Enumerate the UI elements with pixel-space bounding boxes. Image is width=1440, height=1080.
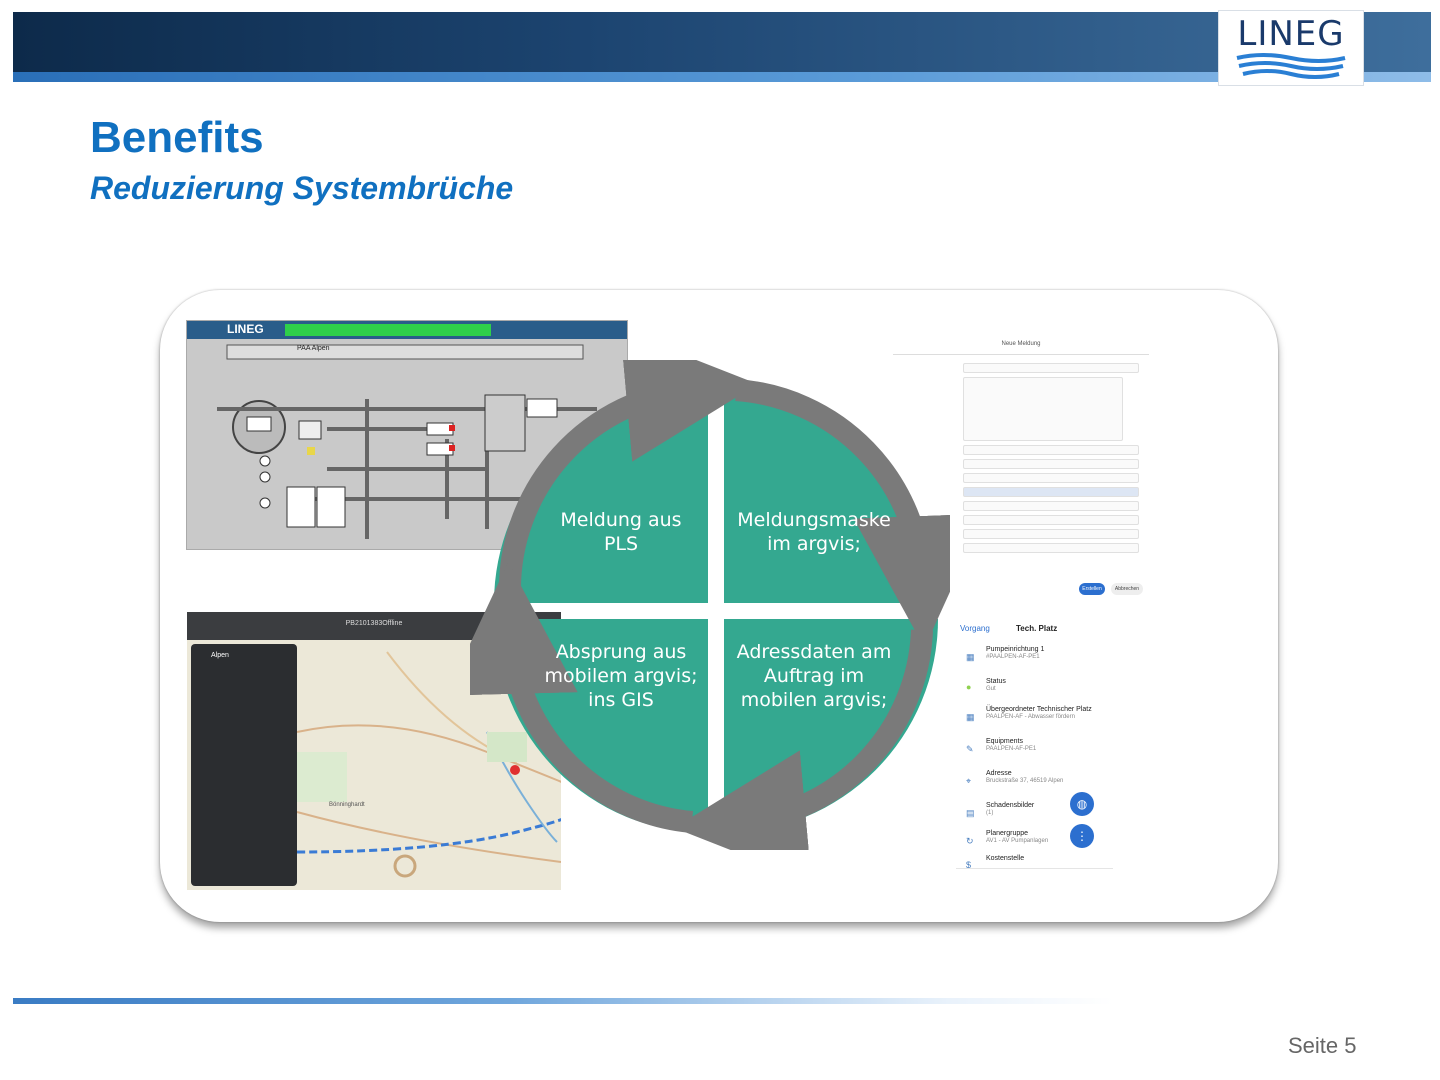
refresh-icon: ↻ [966, 836, 974, 846]
cancel-button[interactable]: Abbrechen [1111, 583, 1143, 595]
label-adressdaten: Adressdaten am Auftrag im mobilen argvis… [729, 640, 899, 712]
slide-subtitle: Reduzierung Systembrüche [90, 170, 514, 206]
list-item[interactable]: Kostenstelle [986, 855, 1024, 862]
item-value: Bruckstraße 37, 46519 Alpen [986, 778, 1064, 784]
item-label: Pumpeinrichtung 1 [986, 646, 1045, 653]
svg-text:PAA Alpen: PAA Alpen [297, 345, 330, 352]
item-label: Kostenstelle [986, 855, 1025, 862]
item-label: Equipments [986, 738, 1023, 745]
tree-fab-icon[interactable]: ⋮ [1070, 824, 1094, 848]
label-line: im argvis; [767, 533, 861, 555]
label-line: mobilen argvis; [740, 689, 888, 711]
form-priority [963, 487, 1139, 497]
label-line: Meldungsmaske [737, 509, 891, 531]
list-item[interactable]: Pumpeinrichtung 1 #PAALPEN-AF-PE1 [986, 646, 1044, 660]
list-item[interactable]: Übergeordneter Technischer Platz PAALPEN… [986, 706, 1092, 720]
mobile-argvis-screenshot: Vorgang Tech. Platz ▦ Pumpeinrichtung 1 … [956, 612, 1113, 890]
form-field [963, 459, 1139, 469]
clipboard-icon: ▤ [966, 808, 975, 818]
form-field [963, 529, 1139, 539]
label-line: mobilem argvis; [544, 665, 698, 687]
wrench-icon: ✎ [966, 744, 974, 754]
form-field [963, 515, 1139, 525]
phone-title: Tech. Platz [1016, 624, 1058, 633]
map-attribute-panel: Alpen [191, 644, 297, 886]
page-number: Seite 5 [1288, 1033, 1357, 1058]
create-button[interactable]: Erstellen [1079, 583, 1105, 595]
item-label: Übergeordneter Technischer Platz [986, 706, 1092, 713]
scada-alarm-bar [285, 324, 491, 336]
item-value: #PAALPEN-AF-PE1 [986, 654, 1040, 660]
list-item[interactable]: Equipments PAALPEN-AF-PE1 [986, 738, 1036, 752]
label-meldungsmaske: Meldungsmaske im argvis; [729, 508, 899, 556]
item-value: PAALPEN-AF - Abwasser fördern [986, 714, 1075, 720]
form-textarea [963, 377, 1123, 441]
list-item[interactable]: Schadensbilder (1) [986, 802, 1034, 816]
back-link[interactable]: Vorgang [960, 624, 990, 633]
form-title: Neue Meldung [893, 333, 1149, 355]
label-line: Meldung aus [560, 509, 682, 531]
form-field [963, 501, 1139, 511]
item-value: Gut [986, 686, 996, 692]
map-place-label: Bönninghardt [329, 802, 365, 808]
map-icon: ▦ [966, 652, 975, 662]
form-field [963, 543, 1139, 553]
process-cycle [470, 360, 950, 850]
item-label: Adresse [986, 770, 1012, 777]
item-label: Schadensbilder [986, 802, 1035, 809]
scada-header: LINEG [187, 321, 627, 339]
label-absprung-gis: Absprung aus mobilem argvis; ins GIS [536, 640, 706, 712]
label-line: ins GIS [588, 689, 654, 711]
bottom-tab-bar [956, 868, 1113, 890]
form-field [963, 363, 1139, 373]
label-line: Absprung aus [555, 641, 687, 663]
wave-icon [1236, 53, 1346, 79]
list-item[interactable]: Adresse Bruckstraße 37, 46519 Alpen [986, 770, 1063, 784]
form-field [963, 445, 1139, 455]
label-line: PLS [603, 533, 639, 555]
form-field [963, 473, 1139, 483]
label-meldung-aus-pls: Meldung aus PLS [536, 508, 706, 556]
slide: LINEG Benefits Reduzierung Systembrüche … [0, 0, 1440, 1080]
slide-title: Benefits [90, 113, 264, 162]
item-label: Status [986, 678, 1006, 685]
logo-text: LINEG [1237, 14, 1345, 54]
footer-line [13, 998, 1113, 1004]
scada-logo: LINEG [227, 322, 264, 336]
map-panel-title: Alpen [211, 652, 229, 659]
map-icon: ▦ [966, 712, 975, 722]
item-value: AV1 - AV Pumpanlagen [986, 838, 1049, 844]
item-label: Planergruppe [986, 830, 1029, 837]
lineg-logo: LINEG [1218, 10, 1364, 86]
list-item[interactable]: Planergruppe AV1 - AV Pumpanlagen [986, 830, 1048, 844]
item-value: PAALPEN-AF-PE1 [986, 746, 1037, 752]
globe-fab-icon[interactable]: ◍ [1070, 792, 1094, 816]
status-dot-icon: ● [966, 682, 972, 692]
label-line: Auftrag im [763, 665, 865, 687]
cycle-arrows [470, 360, 950, 850]
location-pin-icon: ⌖ [966, 776, 972, 786]
list-item: Status Gut [986, 678, 1006, 692]
item-value: (1) [986, 810, 994, 816]
label-line: Adressdaten am [736, 641, 892, 663]
